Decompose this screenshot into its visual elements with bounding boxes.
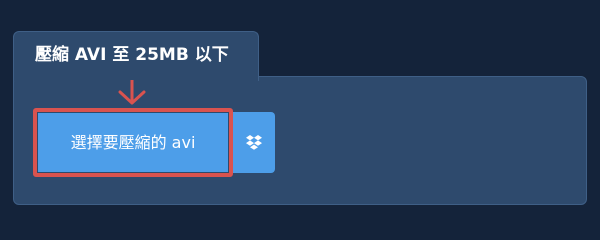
select-file-button[interactable]: 選擇要壓縮的 avi: [38, 113, 228, 172]
arrow-down-icon: [118, 80, 146, 105]
dropbox-icon: [246, 134, 262, 150]
tab-title: 壓縮 AVI 至 25MB 以下: [35, 45, 229, 65]
dropbox-button[interactable]: [233, 112, 275, 173]
tab-seam: [14, 75, 258, 79]
